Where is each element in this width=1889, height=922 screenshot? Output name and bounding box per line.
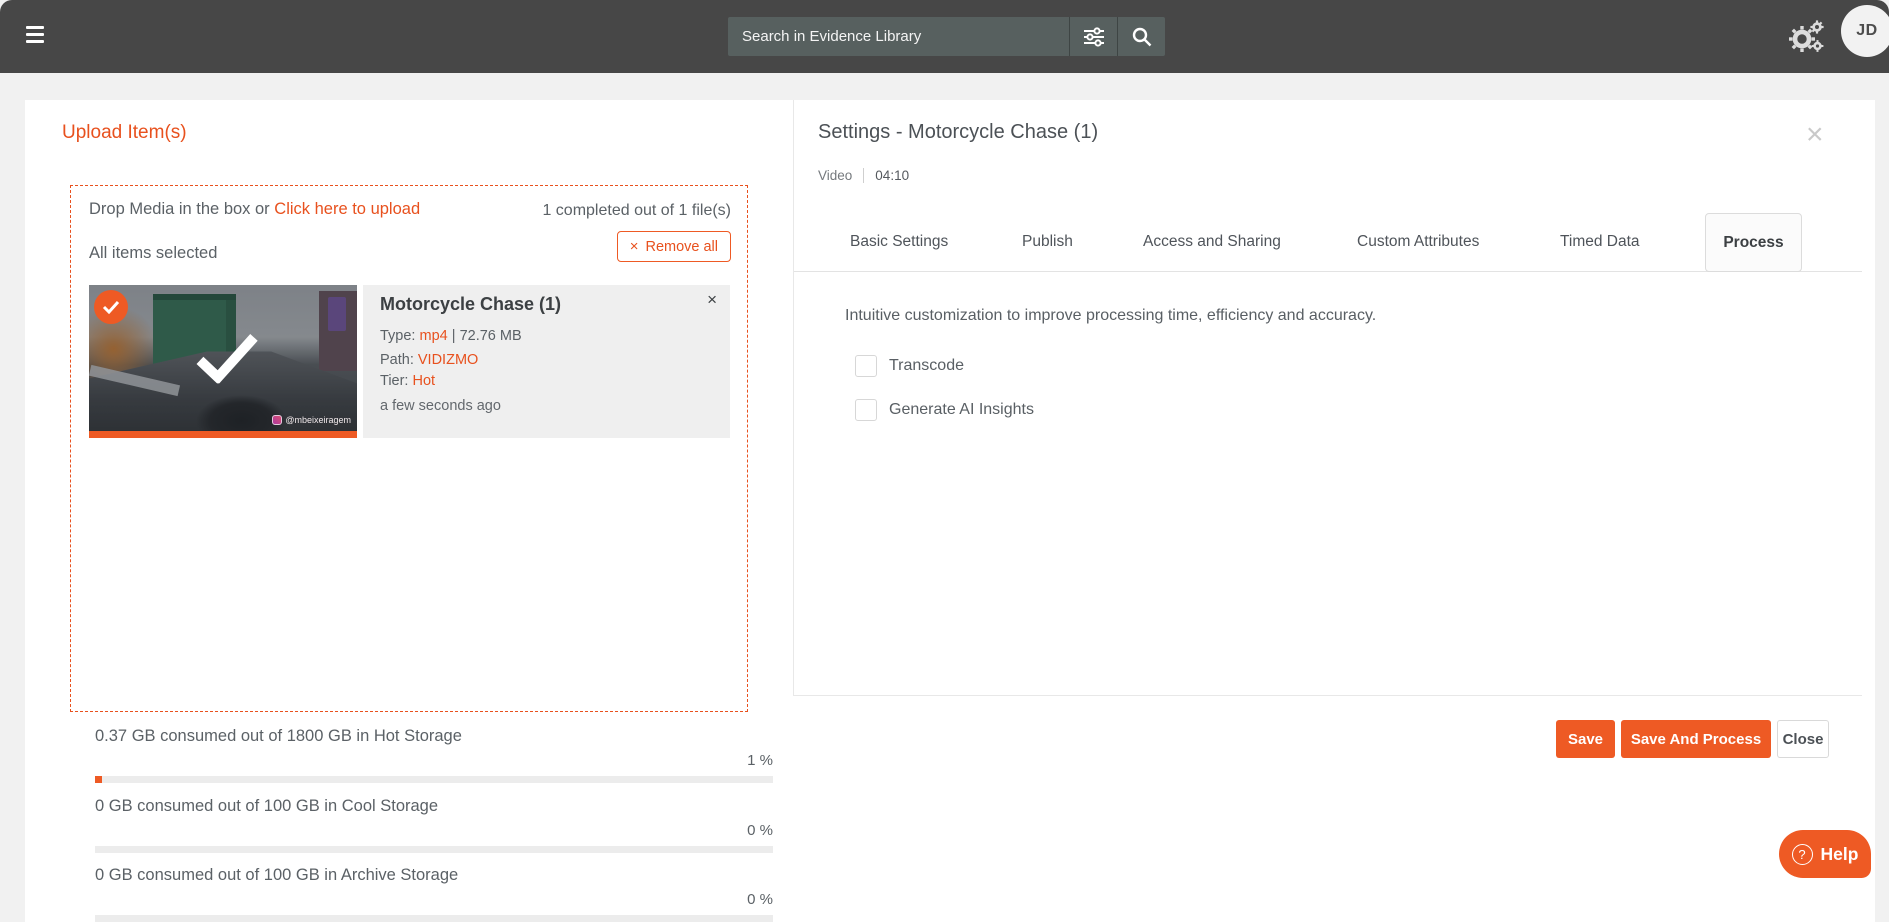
tab-access-sharing[interactable]: Access and Sharing: [1143, 233, 1281, 251]
tab-publish[interactable]: Publish: [1022, 233, 1073, 251]
media-duration: 04:10: [875, 168, 910, 183]
selection-status: All items selected: [89, 244, 218, 262]
item-close-icon[interactable]: ×: [707, 290, 717, 310]
media-info-divider: [863, 168, 865, 183]
panel-divider-vertical: [793, 100, 794, 695]
watermark-text: @mbeixeiragem: [285, 415, 351, 425]
settings-close-icon[interactable]: ×: [1806, 120, 1824, 150]
search-button[interactable]: [1118, 17, 1165, 56]
generate-ai-insights-checkbox[interactable]: [855, 399, 877, 421]
click-to-upload-link[interactable]: Click here to upload: [274, 200, 420, 218]
search-bar: [728, 17, 1165, 56]
cool-storage-bar: [95, 846, 773, 853]
close-button[interactable]: Close: [1777, 720, 1829, 758]
selected-check-badge[interactable]: [94, 290, 128, 324]
panel-divider-horizontal: [793, 695, 1862, 696]
media-size: 72.76 MB: [459, 328, 522, 344]
tab-basic-settings[interactable]: Basic Settings: [850, 233, 948, 251]
save-button[interactable]: Save: [1556, 720, 1615, 758]
media-info-row: Video 04:10: [818, 168, 909, 183]
remove-all-label: Remove all: [645, 238, 718, 255]
generate-ai-insights-label: Generate AI Insights: [889, 401, 1034, 418]
tabs-underline: [794, 271, 1862, 272]
remove-icon: ×: [629, 238, 639, 255]
video-thumbnail[interactable]: @mbeixeiragem: [89, 285, 357, 438]
top-bar: JD: [0, 0, 1889, 73]
cool-storage-percent: 0 %: [747, 822, 773, 839]
media-type-value: mp4: [419, 328, 448, 344]
upload-panel-title: Upload Item(s): [62, 122, 187, 143]
help-label: Help: [1820, 843, 1859, 864]
tab-process[interactable]: Process: [1705, 213, 1802, 272]
app-window: JD Upload Item(s) Drop Media in the box …: [0, 0, 1889, 922]
media-tier-value: Hot: [412, 373, 436, 389]
media-path-line: Path: VIDIZMO: [380, 352, 479, 368]
archive-storage-label: 0 GB consumed out of 100 GB in Archive S…: [95, 866, 459, 884]
gears-icon: [1789, 20, 1824, 52]
hot-storage-bar: [95, 776, 773, 783]
filter-button[interactable]: [1070, 17, 1117, 56]
selected-checkmark-icon: [194, 333, 260, 388]
hamburger-menu-icon[interactable]: [26, 26, 46, 46]
remove-all-button[interactable]: × Remove all: [616, 231, 731, 262]
archive-storage-bar: [95, 915, 773, 922]
tab-custom-attributes[interactable]: Custom Attributes: [1357, 233, 1479, 251]
thumbnail-watermark: @mbeixeiragem: [272, 415, 351, 425]
drop-instruction: Drop Media in the box or Click here to u…: [89, 200, 420, 219]
media-item-card: Motorcycle Chase (1) × Type: mp4 | 72.76…: [363, 285, 730, 438]
tab-timed-data[interactable]: Timed Data: [1560, 233, 1640, 251]
filter-sliders-icon: [1083, 26, 1104, 47]
drop-zone[interactable]: Drop Media in the box or Click here to u…: [70, 185, 748, 712]
ai-insights-row: Generate AI Insights: [855, 399, 1034, 421]
question-icon: ?: [1791, 843, 1813, 865]
check-icon: [102, 300, 120, 314]
save-and-process-button[interactable]: Save And Process: [1621, 720, 1771, 758]
cool-storage-label: 0 GB consumed out of 100 GB in Cool Stor…: [95, 797, 439, 815]
settings-gears-button[interactable]: [1789, 19, 1825, 55]
drop-text: Drop Media in the box or: [89, 200, 270, 218]
search-icon: [1132, 27, 1151, 46]
archive-storage-percent: 0 %: [747, 891, 773, 908]
media-type-badge: Video: [818, 168, 853, 183]
transcode-row: Transcode: [855, 355, 964, 377]
media-item-title: Motorcycle Chase (1): [380, 294, 562, 314]
process-description: Intuitive customization to improve proce…: [845, 307, 1377, 324]
hot-storage-label: 0.37 GB consumed out of 1800 GB in Hot S…: [95, 727, 462, 745]
media-timestamp: a few seconds ago: [380, 398, 501, 414]
main-content: Upload Item(s) Drop Media in the box or …: [25, 100, 1875, 922]
transcode-label: Transcode: [889, 357, 964, 374]
instagram-icon: [272, 415, 283, 425]
search-input[interactable]: [728, 17, 1069, 56]
media-path-value: VIDIZMO: [417, 352, 479, 368]
media-type-line: Type: mp4 | 72.76 MB: [380, 328, 522, 344]
avatar[interactable]: JD: [1841, 5, 1889, 57]
upload-progress-bar: [89, 431, 357, 438]
transcode-checkbox[interactable]: [855, 355, 877, 377]
media-tier-line: Tier: Hot: [380, 373, 436, 389]
upload-progress-summary: 1 completed out of 1 file(s): [542, 202, 731, 219]
hot-storage-percent: 1 %: [747, 752, 773, 769]
settings-panel-title: Settings - Motorcycle Chase (1): [818, 121, 1099, 143]
help-button[interactable]: ? Help: [1779, 830, 1871, 878]
